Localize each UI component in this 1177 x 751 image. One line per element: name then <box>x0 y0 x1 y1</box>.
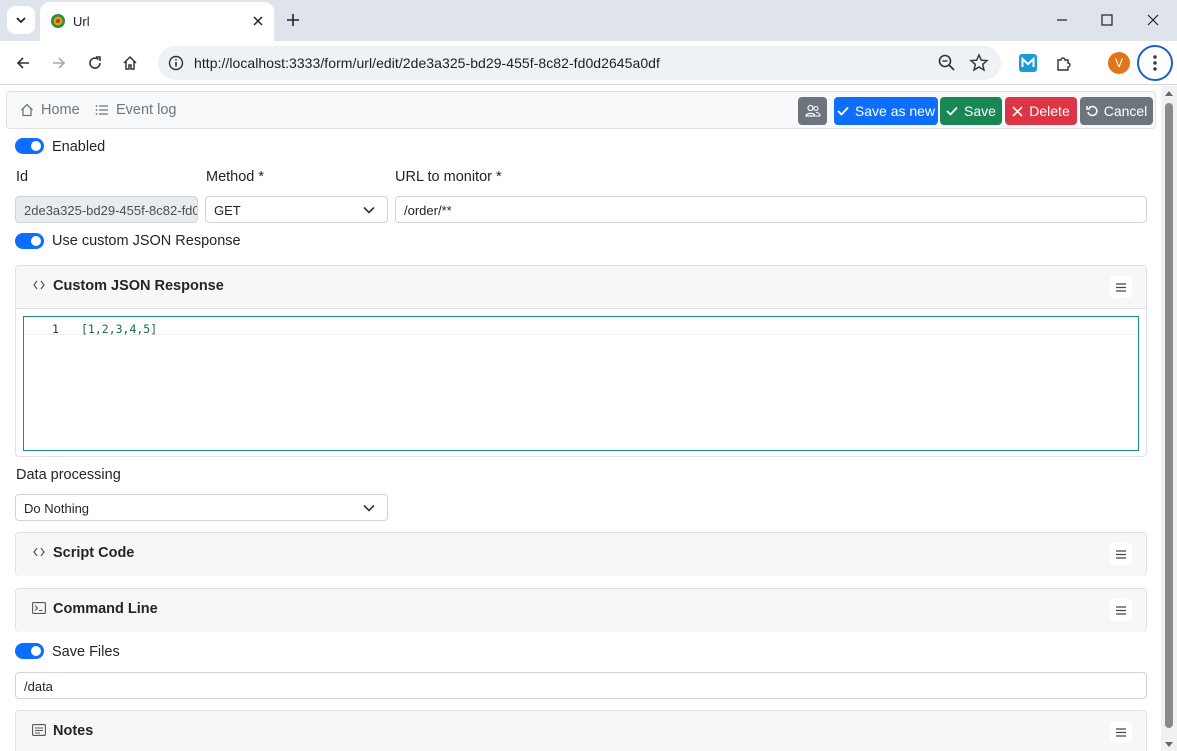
enabled-label: Enabled <box>52 139 106 155</box>
save-label: Save <box>964 103 996 119</box>
minimize-icon[interactable] <box>1049 8 1075 32</box>
new-tab-icon[interactable] <box>282 9 304 31</box>
nav-home-link[interactable]: Home <box>20 102 80 118</box>
url-to-monitor-label: URL to monitor * <box>395 169 502 185</box>
browser-tabstrip: Url <box>0 0 1177 41</box>
notes-icon <box>32 723 46 737</box>
page-scrollbar[interactable] <box>1161 86 1177 751</box>
extensions-puzzle-icon[interactable] <box>1053 52 1075 74</box>
tab-title: Url <box>73 14 90 29</box>
scroll-down-arrow-icon[interactable] <box>1165 742 1173 747</box>
save-files-toggle[interactable] <box>15 643 44 659</box>
scroll-up-arrow-icon[interactable] <box>1165 91 1173 96</box>
data-processing-label: Data processing <box>16 467 121 483</box>
method-value: GET <box>214 203 241 218</box>
close-window-icon[interactable] <box>1140 8 1166 32</box>
list-icon <box>95 105 108 115</box>
app-favicon-icon <box>51 14 65 28</box>
chevron-down-icon <box>16 17 26 24</box>
custom-json-card-title: Custom JSON Response <box>53 278 224 294</box>
save-files-path-input[interactable]: /data <box>15 672 1147 699</box>
hamburger-menu-icon[interactable] <box>1110 721 1132 743</box>
data-processing-value: Do Nothing <box>24 501 90 516</box>
delete-button[interactable]: Delete <box>1005 97 1077 125</box>
home-icon[interactable] <box>116 49 144 77</box>
command-line-card-title: Command Line <box>53 601 158 617</box>
script-code-card-title: Script Code <box>53 545 135 561</box>
forward-arrow-icon[interactable] <box>45 49 73 77</box>
custom-json-card: Custom JSON Response 1 [1,2,3,4,5] <box>15 265 1147 457</box>
browser-toolbar: http://localhost:3333/form/url/edit/2de3… <box>0 41 1177 85</box>
browser-menu-icon[interactable] <box>1137 45 1173 81</box>
zoom-icon[interactable] <box>937 53 957 73</box>
site-info-icon[interactable] <box>166 53 186 73</box>
nav-eventlog-link[interactable]: Event log <box>95 102 176 118</box>
terminal-icon <box>32 601 46 615</box>
maximize-icon[interactable] <box>1094 8 1120 32</box>
tab-search-button[interactable] <box>7 6 35 34</box>
command-line-card-header[interactable]: Command Line <box>16 589 1146 632</box>
chevron-down-icon <box>363 504 375 512</box>
extension-m-icon[interactable] <box>1017 52 1039 74</box>
save-as-new-label: Save as new <box>854 103 936 119</box>
check-icon <box>837 106 849 116</box>
back-arrow-icon[interactable] <box>9 49 37 77</box>
cancel-button[interactable]: Cancel <box>1080 97 1153 125</box>
method-label: Method * <box>206 169 265 185</box>
close-tab-icon[interactable] <box>248 11 268 31</box>
json-code-editor[interactable]: 1 [1,2,3,4,5] <box>23 316 1139 451</box>
url-to-monitor-input[interactable]: /order/** <box>395 196 1147 223</box>
address-bar[interactable]: http://localhost:3333/form/url/edit/2de3… <box>158 46 1001 80</box>
bookmark-star-icon[interactable] <box>969 53 989 73</box>
notes-card: Notes <box>15 710 1147 751</box>
code-icon <box>32 278 46 292</box>
delete-label: Delete <box>1029 103 1070 119</box>
save-as-new-button[interactable]: Save as new <box>834 97 938 125</box>
enabled-toggle[interactable] <box>15 138 44 154</box>
chevron-down-icon <box>363 206 375 214</box>
command-line-card: Command Line <box>15 588 1147 632</box>
hamburger-menu-icon[interactable] <box>1110 543 1132 565</box>
notes-card-title: Notes <box>53 723 94 739</box>
line-number: 1 <box>52 322 59 336</box>
cancel-label: Cancel <box>1103 103 1148 119</box>
nav-home-label: Home <box>41 102 80 118</box>
nav-eventlog-label: Event log <box>116 102 177 118</box>
code-icon <box>32 545 46 559</box>
browser-tab[interactable]: Url <box>40 2 274 41</box>
hamburger-menu-icon[interactable] <box>1110 599 1132 621</box>
custom-json-toggle-label: Use custom JSON Response <box>52 233 241 249</box>
method-select[interactable]: GET <box>205 196 388 223</box>
home-icon <box>21 103 33 117</box>
profile-avatar[interactable]: V <box>1108 52 1130 74</box>
script-code-card: Script Code <box>15 532 1147 576</box>
url-text[interactable]: http://localhost:3333/form/url/edit/2de3… <box>194 55 660 71</box>
users-button[interactable] <box>798 97 827 125</box>
save-files-label: Save Files <box>52 644 120 660</box>
data-processing-select[interactable]: Do Nothing <box>15 494 388 521</box>
id-field[interactable]: 2de3a325-bd29-455f-8c82-fd0d2645a0df <box>15 196 198 223</box>
app-navbar: Home Event log Save as new Save Delete C… <box>6 91 1156 129</box>
reload-icon[interactable] <box>81 49 109 77</box>
undo-icon <box>1085 105 1098 117</box>
save-button[interactable]: Save <box>940 97 1002 125</box>
scrollbar-thumb[interactable] <box>1165 103 1173 728</box>
code-text[interactable]: [1,2,3,4,5] <box>81 322 157 336</box>
x-icon <box>1012 105 1023 117</box>
notes-card-header[interactable]: Notes <box>16 711 1146 751</box>
check-icon <box>946 106 958 116</box>
users-icon <box>804 104 821 117</box>
custom-json-toggle[interactable] <box>15 233 44 249</box>
editor-line: 1 [1,2,3,4,5] <box>24 319 1138 336</box>
hamburger-menu-icon[interactable] <box>1110 276 1132 298</box>
id-label: Id <box>16 169 29 185</box>
custom-json-card-header[interactable]: Custom JSON Response <box>16 266 1146 309</box>
script-code-card-header[interactable]: Script Code <box>16 533 1146 576</box>
